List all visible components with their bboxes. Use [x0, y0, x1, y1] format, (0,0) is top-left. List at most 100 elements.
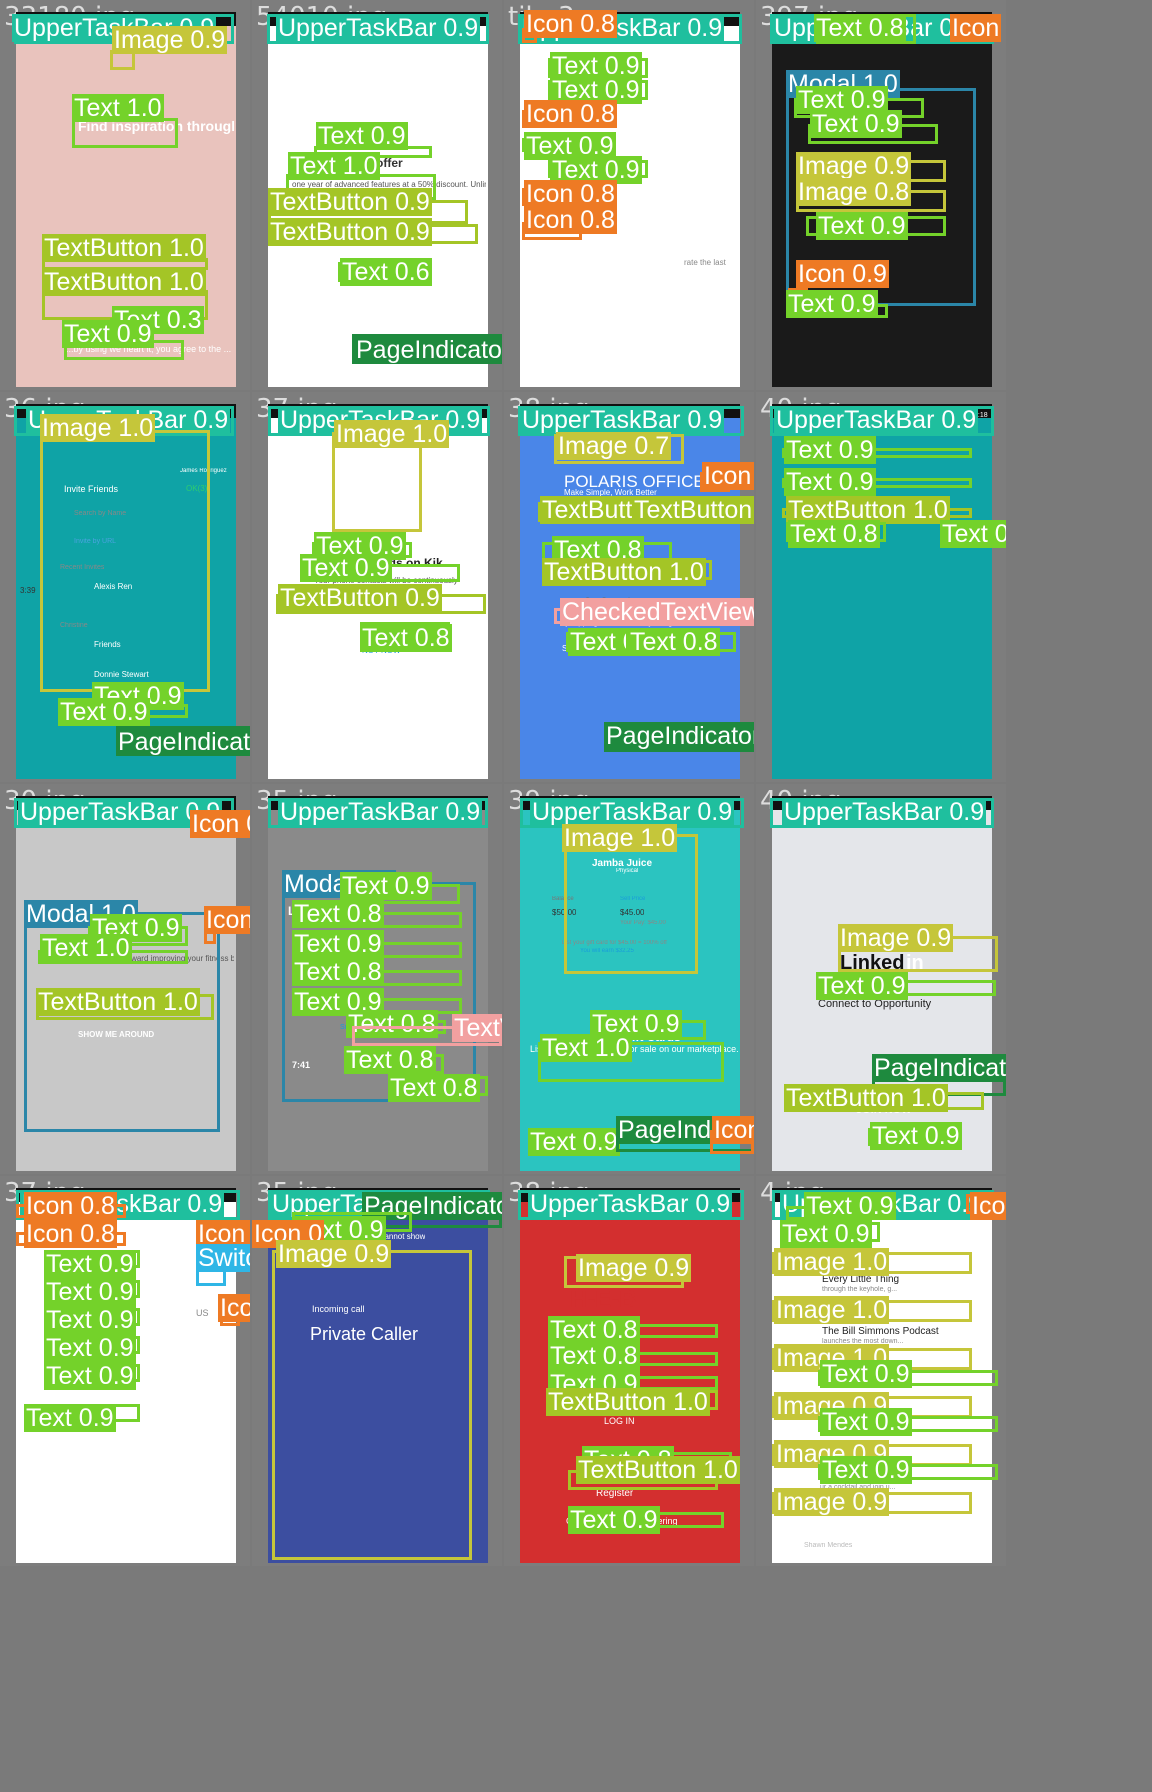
- detection-label: Icon 0.9: [796, 260, 889, 288]
- tile-6: 37.jpgFind friends on KikYour phone cont…: [252, 392, 502, 782]
- detection-label: Text 0.9: [44, 1250, 136, 1278]
- detection-label: Text 0.9: [820, 1408, 912, 1436]
- screen-text: H-E-B: [570, 1286, 637, 1313]
- detection-label: PageIndicator 0.7: [604, 722, 754, 750]
- detection-label: Text 0.9: [804, 1192, 896, 1220]
- detection-label: Text 1.0: [540, 1034, 632, 1062]
- detection-label: UpperTaskBar 0.9: [276, 14, 481, 42]
- detection-label: Text 0.9: [786, 290, 878, 318]
- detection-label: Icon: [970, 1192, 1006, 1220]
- detection-label: Text 0.8: [388, 1074, 480, 1102]
- detection-label: PageIndicator: [872, 1054, 1006, 1082]
- detection-label: Text 0.9: [816, 972, 908, 1000]
- detection-label: Text 0.8: [360, 624, 452, 652]
- detection-label: Image 1.0: [40, 414, 156, 442]
- screen-text: The Bill Simmons Podcast: [822, 1326, 939, 1337]
- detection-label: Text 0.9: [316, 122, 408, 150]
- detection-label: Text 0.9: [568, 1506, 660, 1534]
- detection-label: Image 1.0: [562, 824, 678, 852]
- screen-text: 3:39: [20, 586, 36, 595]
- detection-label: Text 0.9: [340, 872, 432, 900]
- detection-label: Image 1.0: [774, 1248, 890, 1276]
- detection-label: Icon 0.8: [524, 206, 617, 234]
- detection-label: Text 0.9: [816, 212, 908, 240]
- detection-label: Icon 0.8: [24, 1192, 117, 1220]
- detection-label: UpperTaskBar 0.9: [782, 798, 987, 826]
- detection-label: Text 0.9: [784, 436, 876, 464]
- detection-label: Image 0.9: [576, 1254, 692, 1282]
- detection-label: Text 0.9: [62, 320, 154, 348]
- detection-label: Text 1.0: [288, 152, 380, 180]
- detection-label: Text 0.9: [300, 554, 392, 582]
- detection-label: Text 0.9: [292, 930, 384, 958]
- tile-15: 38.jpgH-E-BLOG INRegisterContinue withou…: [504, 1176, 754, 1566]
- detection-label: Text 0.8: [548, 1316, 640, 1344]
- detection-label: Image 0.7: [556, 432, 672, 460]
- tile-9: 30.jpgJoin forYou've taken a big step to…: [0, 784, 250, 1174]
- detection-label: Icon 0.8: [524, 100, 617, 128]
- detection-label: Text 0.9: [44, 1362, 136, 1390]
- detection-label: Icon 0.8: [524, 180, 617, 208]
- screen-text: US: [196, 1308, 209, 1318]
- detection-label: Text 0.9: [780, 1220, 872, 1248]
- detection-label: Icon: [950, 14, 1002, 42]
- detection-label: Switch: [196, 1244, 250, 1272]
- detection-label: PageIndicator 0.8: [354, 336, 502, 364]
- detection-label: PageIndicator 0.9: [116, 728, 250, 756]
- detection-label: TextButton 1.0: [576, 1456, 740, 1484]
- detection-label: TextButton 0.9: [268, 218, 432, 246]
- screen-text: Shawn Mendes: [804, 1542, 853, 1549]
- detection-label: Image 1.0: [774, 1296, 890, 1324]
- detection-label: Icon 0.8: [218, 1294, 250, 1322]
- detection-label: Text 0.9: [820, 1456, 912, 1484]
- detection-label: Text 0.9: [810, 110, 902, 138]
- detection-label: Text 0.6: [340, 258, 432, 286]
- detection-label: Text 0.8: [548, 1342, 640, 1370]
- tile-11: 39.jpgJamba JuicePhysicalBalance$50.00Se…: [504, 784, 754, 1174]
- detection-label: TextButton 1.0: [784, 1084, 948, 1112]
- tile-12: 40.jpgLinkedinConnect to OpportunityJOIN…: [756, 784, 1006, 1174]
- detection-label: TextButton 1.0: [36, 988, 200, 1016]
- tile-4: 397.jpgtvOSYouTubeUpperTaskBar 0.9Text 0…: [756, 0, 1006, 390]
- screen-text: -50%: [348, 70, 400, 95]
- tile-5: 36.jpgInvite FriendsOK(3)Search by NameI…: [0, 392, 250, 782]
- detection-label: Text 0.9: [44, 1334, 136, 1362]
- tile-13: 37.jpgUS1:04UpperTaskBar 0.9Icon 0.8Icon…: [0, 1176, 250, 1566]
- detection-label: Text 0.8: [628, 628, 720, 656]
- detection-label: Text 0.9: [58, 698, 150, 726]
- detection-label: Image 0.8: [796, 178, 912, 206]
- detection-label: TextButton 1.0: [546, 1388, 710, 1416]
- detection-label: Text 0.9: [44, 1306, 136, 1334]
- detection-label: Text 0.9: [44, 1278, 136, 1306]
- detection-label: Text 0: [940, 520, 1006, 548]
- tile-2: 54010.jpg-50%Limited time offerone year …: [252, 0, 502, 390]
- screen-text: Treat You Better: [804, 1528, 876, 1539]
- detection-label: Text 0.8: [814, 14, 906, 42]
- detection-label: TextButton 1.0: [632, 496, 754, 524]
- detection-label: Image 0.9: [796, 152, 912, 180]
- detection-label: UpperTaskBar 0.9: [774, 406, 979, 434]
- detection-label: Text 0.9: [528, 1128, 620, 1156]
- detection-label: Text 0.9: [870, 1122, 962, 1150]
- detection-label: Icon 0.8: [524, 10, 617, 38]
- detection-label: Text 0.8: [344, 1046, 436, 1074]
- tile-8: 40.jpgEmailPasswordSIGN IN8:18UpperTaskB…: [756, 392, 1006, 782]
- tile-14: 35.jpgIncoming callPrivate Callerwe cann…: [252, 1176, 502, 1566]
- screen-text: rate the last: [684, 258, 726, 267]
- tile-3: tile-3rate the lastUpperTaskBar 0.9Icon …: [504, 0, 754, 390]
- detection-label: TextButton 1.0: [42, 268, 206, 296]
- detection-label: UpperTaskBar 0.9: [278, 798, 483, 826]
- detection-label: Text 1.0: [40, 934, 132, 962]
- detection-label: TextButton 1.0: [542, 558, 706, 586]
- detection-label: Image 0.9: [276, 1240, 392, 1268]
- detection-box-image: [564, 834, 698, 974]
- detection-label: Text 0.8: [788, 520, 880, 548]
- detection-label: Text 0.8: [292, 900, 384, 928]
- detection-label: Text 0.8: [292, 958, 384, 986]
- detection-label: UpperTaskBar 0.9: [528, 1190, 733, 1218]
- detection-box-image: [40, 430, 210, 692]
- detection-label: TextButton 1.0: [42, 234, 206, 262]
- detection-label: Text 0.9: [24, 1404, 116, 1432]
- screen-text: through the keyhole, g...: [822, 1286, 898, 1293]
- tile-7: 38.jpgPOLARIS OFFICEMake Simple, Work Be…: [504, 392, 754, 782]
